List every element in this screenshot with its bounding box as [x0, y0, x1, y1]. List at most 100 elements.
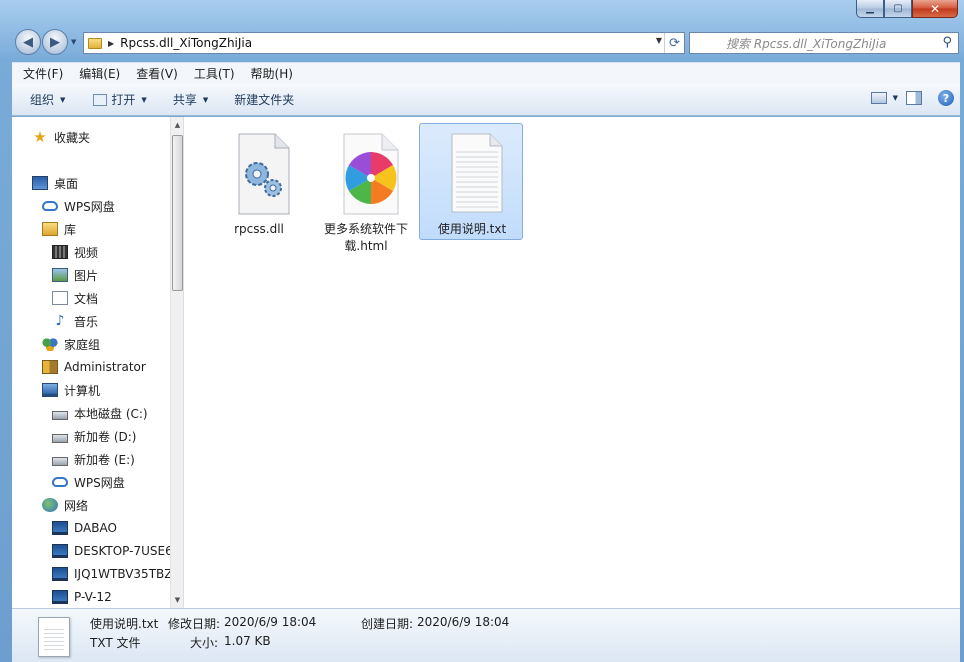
- sidebar-item-label: P-V-12: [74, 590, 112, 604]
- sidebar-item-administrator[interactable]: Administrator: [42, 357, 146, 377]
- menu-edit[interactable]: 编辑(E): [71, 65, 128, 82]
- scroll-down-icon[interactable]: ▼: [171, 592, 183, 608]
- size-label: 大小:: [190, 636, 219, 650]
- file-item[interactable]: rpcss.dll: [206, 123, 310, 240]
- open-label: 打开: [111, 93, 136, 107]
- scroll-up-icon[interactable]: ▲: [171, 117, 183, 133]
- sidebar-item-libraries[interactable]: 库: [42, 219, 76, 239]
- file-name[interactable]: rpcss.dll: [207, 221, 311, 238]
- view-dropdown-icon[interactable]: ▼: [893, 94, 898, 102]
- sidebar-item-drive-c[interactable]: 本地磁盘 (C:): [52, 403, 148, 423]
- cloud-icon: [52, 477, 68, 487]
- forward-button[interactable]: ▶: [42, 29, 68, 55]
- caption-buttons: ▁ ▢ ✕: [856, 0, 958, 18]
- document-icon: [52, 291, 68, 305]
- sidebar-item-computer[interactable]: 计算机: [42, 380, 100, 400]
- maximize-button[interactable]: ▢: [884, 0, 912, 18]
- sidebar-item-label: 文档: [74, 291, 99, 306]
- file-list: rpcss.dll 更多系统软件下载.html 使用说明.txt: [185, 117, 960, 608]
- network-computer-icon: [52, 590, 68, 604]
- file-name[interactable]: 更多系统软件下载.html: [314, 221, 418, 255]
- recent-pages-dropdown[interactable]: ▼: [71, 38, 76, 46]
- sidebar-item-label: 图片: [74, 268, 99, 283]
- drive-icon: [52, 456, 68, 466]
- address-bar[interactable]: ▶ Rpcss.dll_XiTongZhiJia ▼ ⟳: [83, 32, 685, 54]
- drive-icon: [52, 410, 68, 420]
- help-icon[interactable]: ?: [938, 90, 954, 106]
- file-item[interactable]: 更多系统软件下载.html: [313, 123, 417, 253]
- open-button[interactable]: 打开 ▼: [85, 91, 154, 108]
- desktop-icon: [32, 176, 48, 190]
- sidebar-item-net-ijq[interactable]: IJQ1WTBV35TBZ: [52, 564, 172, 584]
- minimize-button[interactable]: ▁: [856, 0, 884, 18]
- sidebar-item-label: 库: [64, 222, 77, 237]
- search-box[interactable]: 搜索 Rpcss.dll_XiTongZhiJia ⚲: [689, 32, 959, 54]
- menu-bar: 文件(F) 编辑(E) 查看(V) 工具(T) 帮助(H): [12, 62, 960, 84]
- menu-tools[interactable]: 工具(T): [186, 65, 243, 82]
- sidebar-item-music[interactable]: ♪ 音乐: [52, 311, 98, 331]
- organize-label: 组织: [30, 93, 55, 107]
- sidebar-item-label: 桌面: [54, 176, 79, 191]
- file-item-selected[interactable]: 使用说明.txt: [419, 123, 523, 240]
- sidebar-item-label: 音乐: [74, 314, 99, 329]
- sidebar-item-label: Administrator: [64, 360, 146, 374]
- modified-value: 2020/6/9 18:04: [224, 615, 317, 629]
- address-path[interactable]: Rpcss.dll_XiTongZhiJia: [120, 36, 252, 50]
- cloud-icon: [42, 201, 58, 211]
- menu-file[interactable]: 文件(F): [15, 65, 71, 82]
- sidebar-item-label: 家庭组: [64, 337, 101, 352]
- organize-button[interactable]: 组织 ▼: [22, 91, 73, 108]
- dll-gear-icon: [238, 133, 290, 215]
- picture-icon: [52, 268, 68, 282]
- change-view-icon[interactable]: [870, 92, 887, 104]
- search-input[interactable]: 搜索 Rpcss.dll_XiTongZhiJia: [726, 35, 886, 52]
- refresh-icon[interactable]: ⟳: [664, 33, 684, 53]
- navigation-pane: ★ 收藏夹 桌面 WPS网盘 库 视频 图片 文档 ♪ 音乐 家庭组 Admin…: [12, 117, 184, 608]
- notepad-icon: [93, 93, 108, 106]
- size-value: 1.07 KB: [224, 634, 271, 648]
- sidebar-item-label: DESKTOP-7USE6: [74, 544, 173, 558]
- details-pane: 使用说明.txt TXT 文件 修改日期: 2020/6/9 18:04 大小:…: [12, 608, 960, 662]
- sidebar-item-net-pv12[interactable]: P-V-12: [52, 587, 112, 607]
- sidebar-item-videos[interactable]: 视频: [52, 242, 98, 262]
- sidebar-item-desktop[interactable]: 桌面: [32, 173, 78, 193]
- selected-file-name: 使用说明.txt: [90, 617, 159, 631]
- homegroup-icon: [42, 337, 58, 351]
- sidebar-item-network[interactable]: 网络: [42, 495, 88, 515]
- sidebar-item-favorites[interactable]: ★ 收藏夹: [32, 127, 90, 147]
- sidebar-item-wps-cloud[interactable]: WPS网盘: [42, 196, 115, 216]
- address-dropdown-icon[interactable]: ▼: [656, 36, 662, 45]
- sidebar-item-homegroup[interactable]: 家庭组: [42, 334, 100, 354]
- file-name[interactable]: 使用说明.txt: [420, 221, 524, 238]
- sidebar-item-drive-e[interactable]: 新加卷 (E:): [52, 449, 135, 469]
- sidebar-item-label: 计算机: [64, 383, 101, 398]
- breadcrumb-separator-icon[interactable]: ▶: [108, 39, 114, 48]
- music-note-icon: ♪: [55, 313, 65, 329]
- explorer-window: ▁ ▢ ✕ ◀ ▶ ▼ ▶ Rpcss.dll_XiTongZhiJia ▼ ⟳…: [0, 0, 964, 662]
- sidebar-item-net-dabao[interactable]: DABAO: [52, 518, 117, 538]
- sidebar-item-pictures[interactable]: 图片: [52, 265, 98, 285]
- share-button[interactable]: 共享 ▼: [165, 91, 216, 108]
- preview-pane-icon[interactable]: [906, 91, 922, 105]
- close-button[interactable]: ✕: [912, 0, 958, 18]
- sidebar-item-label: 新加卷 (E:): [74, 452, 135, 467]
- sidebar-item-drive-d[interactable]: 新加卷 (D:): [52, 426, 136, 446]
- menu-help[interactable]: 帮助(H): [243, 65, 301, 82]
- content-area: ★ 收藏夹 桌面 WPS网盘 库 视频 图片 文档 ♪ 音乐 家庭组 Admin…: [12, 117, 960, 608]
- sidebar-item-wps-cloud-2[interactable]: WPS网盘: [52, 472, 125, 492]
- sidebar-item-documents[interactable]: 文档: [52, 288, 98, 308]
- new-folder-button[interactable]: 新建文件夹: [226, 91, 302, 108]
- sidebar-item-net-desktop[interactable]: DESKTOP-7USE6: [52, 541, 173, 561]
- share-label: 共享: [172, 93, 197, 107]
- menu-view[interactable]: 查看(V): [128, 65, 186, 82]
- nav-buttons: ◀ ▶ ▼: [15, 29, 76, 55]
- modified-label: 修改日期:: [168, 617, 221, 631]
- text-file-icon: [451, 133, 503, 213]
- chevron-down-icon: ▼: [60, 95, 66, 104]
- sidebar-item-label: 新加卷 (D:): [74, 429, 137, 444]
- sidebar-scrollbar[interactable]: ▲ ▼: [170, 117, 183, 608]
- command-bar: 组织 ▼ 打开 ▼ 共享 ▼ 新建文件夹 ▼ ?: [12, 84, 960, 116]
- search-icon[interactable]: ⚲: [942, 35, 952, 50]
- scrollbar-thumb[interactable]: [172, 135, 183, 291]
- back-button[interactable]: ◀: [15, 29, 41, 55]
